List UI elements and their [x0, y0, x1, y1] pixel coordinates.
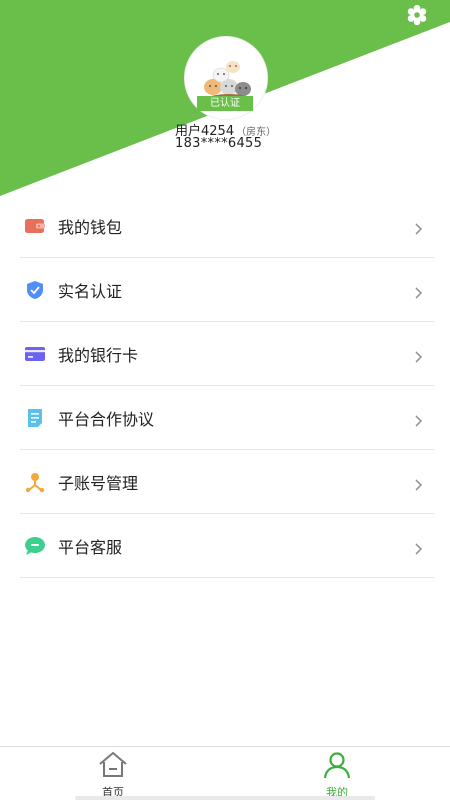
- chevron-right-icon: [415, 223, 423, 235]
- chevron-right-icon: [415, 415, 423, 427]
- home-indicator: [75, 796, 375, 800]
- menu-item-customer-service[interactable]: 平台客服: [20, 514, 434, 578]
- menu-item-bank-card[interactable]: 我的银行卡: [20, 322, 434, 386]
- shield-check-icon: [24, 279, 46, 301]
- document-icon: [24, 407, 46, 429]
- user-icon: [323, 752, 351, 779]
- menu-item-label: 子账号管理: [58, 473, 139, 493]
- chevron-right-icon: [415, 479, 423, 491]
- menu-item-label: 我的钱包: [58, 217, 123, 237]
- menu-item-real-name-auth[interactable]: 实名认证: [20, 258, 434, 322]
- tab-home[interactable]: 首页: [73, 751, 153, 800]
- home-icon: [99, 751, 127, 777]
- verified-badge: 已认证: [197, 96, 253, 111]
- menu-item-label: 实名认证: [58, 281, 123, 301]
- menu-item-label: 平台合作协议: [58, 409, 155, 429]
- profile-header: 已认证 用户4254 （房东） 183****6455: [0, 0, 450, 200]
- bank-card-icon: [24, 343, 46, 365]
- menu-item-label: 我的银行卡: [58, 345, 139, 365]
- menu-item-wallet[interactable]: 我的钱包: [20, 194, 434, 258]
- tab-mine[interactable]: 我的: [297, 751, 377, 800]
- wallet-icon: [24, 215, 46, 237]
- bottom-tab-bar: 首页 我的: [0, 746, 450, 800]
- chevron-right-icon: [415, 287, 423, 299]
- menu-item-platform-agreement[interactable]: 平台合作协议: [20, 386, 434, 450]
- chat-bubble-icon: [24, 535, 46, 557]
- profile-menu: 我的钱包 实名认证 我的银行卡 平台合作协议 子账号管理 平台客服: [20, 194, 434, 578]
- user-phone: 183****6455: [175, 136, 263, 151]
- menu-item-sub-account[interactable]: 子账号管理: [20, 450, 434, 514]
- chevron-right-icon: [415, 351, 423, 363]
- menu-item-label: 平台客服: [58, 537, 123, 557]
- sub-account-icon: [24, 471, 46, 493]
- chevron-right-icon: [415, 543, 423, 555]
- gear-icon[interactable]: [406, 4, 428, 26]
